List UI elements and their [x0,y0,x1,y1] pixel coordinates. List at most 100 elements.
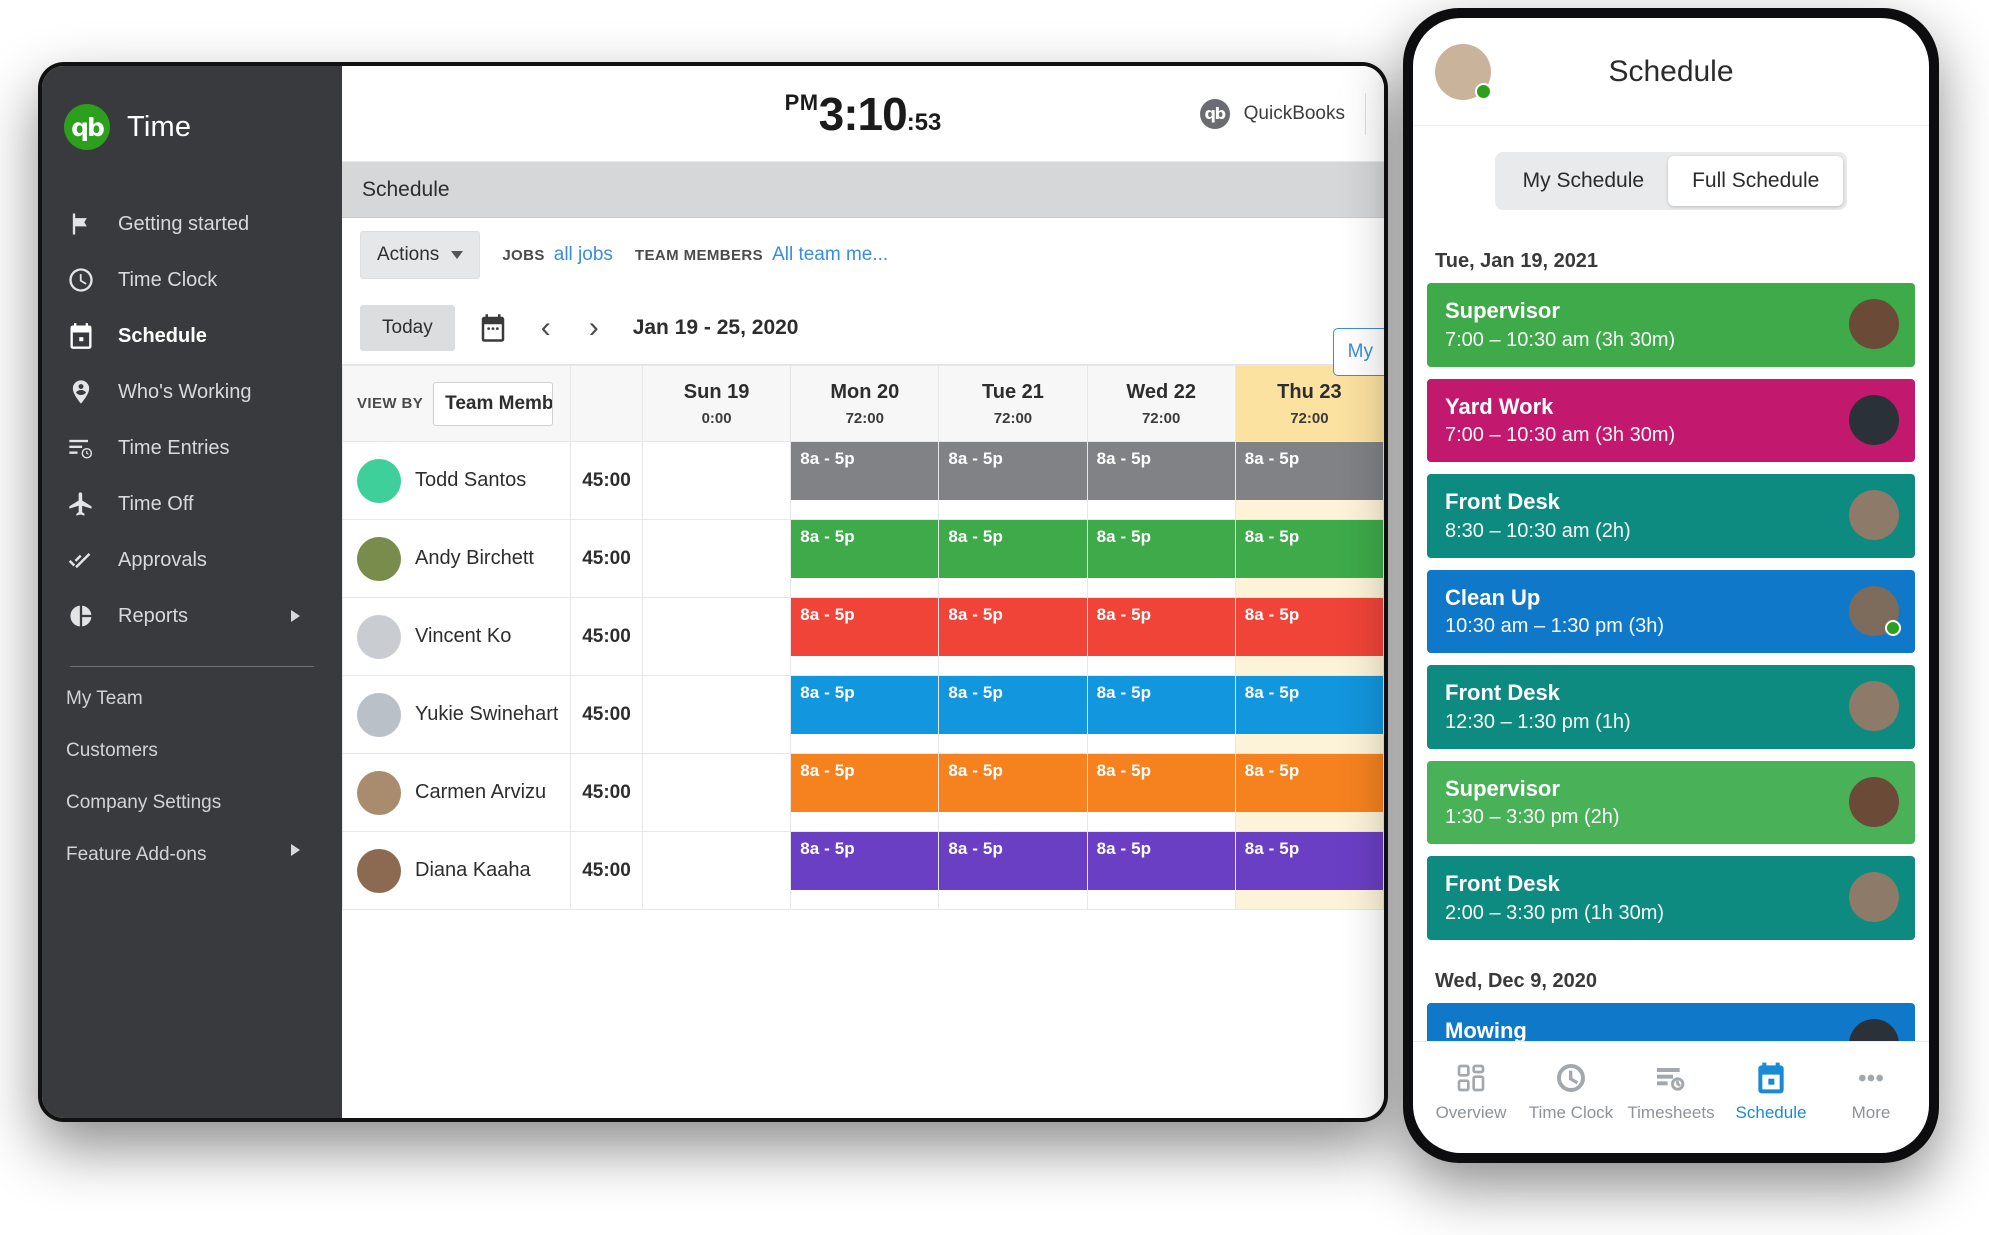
shift-cell[interactable]: 8a - 5p [1234,831,1384,910]
shift-cell[interactable]: 8a - 5p [790,597,940,676]
next-week-button[interactable]: › [579,313,609,343]
tab-overview[interactable]: Overview [1421,1062,1521,1123]
shift-block[interactable]: 8a - 5p [939,676,1087,734]
shift-cell[interactable]: 8a - 5p [938,675,1088,754]
shift-block[interactable]: 8a - 5p [939,754,1087,812]
shift-cell[interactable]: 8a - 5p [790,441,940,520]
shift-card[interactable]: Supervisor 1:30 – 3:30 pm (2h) [1427,760,1915,844]
shift-cell[interactable]: 8a - 5p [938,597,1088,676]
shift-block[interactable]: 8a - 5p [1087,676,1235,734]
shift-block[interactable]: 8a - 5p [1087,598,1235,656]
shift-cell[interactable]: 8a - 5p [1086,441,1236,520]
shift-cell[interactable]: 8a - 5p [790,519,940,598]
tab-timesheets[interactable]: Timesheets [1621,1062,1721,1123]
jobs-filter-value[interactable]: all jobs [554,244,613,266]
shift-block[interactable]: 8a - 5p [791,598,939,656]
shift-cell[interactable]: 8a - 5p [938,831,1088,910]
calendar-picker-icon[interactable] [473,308,513,348]
shift-card[interactable]: Front Desk 12:30 – 1:30 pm (1h) [1427,665,1915,749]
tab-time-clock[interactable]: Time Clock [1521,1062,1621,1123]
shift-cell[interactable]: 8a - 5p [790,675,940,754]
shift-list[interactable]: Tue, Jan 19, 2021 Supervisor 7:00 – 10:30 … [1413,232,1929,1041]
sidebar-subitem-customers[interactable]: Customers [42,725,342,777]
sidebar-subitem-my-team[interactable]: My Team [42,673,342,725]
shift-cell[interactable]: 8a - 5p [938,441,1088,520]
team-member-cell[interactable]: Yukie Swinehart [342,675,571,754]
shift-card[interactable]: Mowing7:00 – 10:30 am (3h 30m) [1427,1002,1915,1041]
shift-card[interactable]: Yard Work 7:00 – 10:30 am (3h 30m) [1427,378,1915,462]
shift-block[interactable]: 8a - 5p [1235,520,1383,578]
shift-cell[interactable]: 8a - 5p [1234,753,1384,832]
shift-cell[interactable] [641,519,792,598]
tab-more[interactable]: More [1821,1062,1921,1123]
shift-block[interactable]: 8a - 5p [939,520,1087,578]
view-by-select[interactable]: Team Membe [433,381,554,426]
day-column-header[interactable]: Sun 19 0:00 [641,365,792,442]
shift-card[interactable]: Front Desk 2:00 – 3:30 pm (1h 30m) [1427,856,1915,940]
shift-cell[interactable] [641,675,792,754]
shift-cell[interactable] [641,441,792,520]
user-avatar[interactable] [1435,43,1492,100]
shift-card[interactable]: Clean Up 10:30 am – 1:30 pm (3h) [1427,569,1915,653]
shift-block[interactable]: 8a - 5p [1235,598,1383,656]
team-member-cell[interactable]: Vincent Ko [342,597,571,676]
shift-block[interactable]: 8a - 5p [939,832,1087,890]
shift-block[interactable]: 8a - 5p [939,442,1087,500]
my-schedule-toggle-button[interactable]: My [1332,328,1384,376]
day-column-header[interactable]: Mon 20 72:00 [790,365,940,442]
shift-cell[interactable]: 8a - 5p [1086,753,1236,832]
sidebar-item-reports[interactable]: Reports [42,588,342,644]
sidebar-item-who-s-working[interactable]: Who's Working [42,364,342,420]
shift-cell[interactable]: 8a - 5p [938,753,1088,832]
day-column-header[interactable]: Wed 22 72:00 [1086,365,1236,442]
shift-cell[interactable]: 8a - 5p [1086,675,1236,754]
shift-block[interactable]: 8a - 5p [1087,520,1235,578]
shift-cell[interactable] [641,753,792,832]
shift-cell[interactable]: 8a - 5p [1086,831,1236,910]
shift-block[interactable]: 8a - 5p [791,442,939,500]
shift-cell[interactable]: 8a - 5p [1234,597,1384,676]
previous-week-button[interactable]: ‹ [531,313,561,343]
shift-block[interactable]: 8a - 5p [939,598,1087,656]
shift-block[interactable]: 8a - 5p [791,520,939,578]
segment-my-schedule[interactable]: My Schedule [1499,156,1668,206]
sidebar-item-approvals[interactable]: Approvals [42,532,342,588]
shift-cell[interactable]: 8a - 5p [1086,519,1236,598]
shift-card[interactable]: Front Desk 8:30 – 10:30 am (2h) [1427,474,1915,558]
shift-cell[interactable]: 8a - 5p [1234,519,1384,598]
team-member-cell[interactable]: Carmen Arvizu [342,753,571,832]
shift-card[interactable]: Supervisor 7:00 – 10:30 am (3h 30m) [1427,283,1915,367]
shift-cell[interactable]: 8a - 5p [790,753,940,832]
shift-cell[interactable]: 8a - 5p [1234,441,1384,520]
team-members-filter-value[interactable]: All team me... [772,244,888,266]
shift-cell[interactable]: 8a - 5p [938,519,1088,598]
day-column-header[interactable]: Thu 23 72:00 [1234,365,1384,442]
shift-block[interactable]: 8a - 5p [1235,442,1383,500]
sidebar-item-time-off[interactable]: Time Off [42,476,342,532]
segment-full-schedule[interactable]: Full Schedule [1668,156,1844,206]
shift-block[interactable]: 8a - 5p [1087,832,1235,890]
sidebar-subitem-feature-add-ons[interactable]: Feature Add-ons [42,829,342,881]
sidebar-item-time-clock[interactable]: Time Clock [42,252,342,308]
shift-block[interactable]: 8a - 5p [1235,676,1383,734]
today-button[interactable]: Today [360,305,455,351]
shift-block[interactable]: 8a - 5p [1235,832,1383,890]
shift-cell[interactable]: 8a - 5p [1086,597,1236,676]
shift-block[interactable]: 8a - 5p [1087,442,1235,500]
sidebar-subitem-company-settings[interactable]: Company Settings [42,777,342,829]
team-member-cell[interactable]: Todd Santos [342,441,571,520]
shift-cell[interactable] [641,831,792,910]
shift-cell[interactable] [641,597,792,676]
shift-block[interactable]: 8a - 5p [1087,754,1235,812]
shift-block[interactable]: 8a - 5p [791,832,939,890]
tab-schedule[interactable]: Schedule [1721,1062,1821,1123]
sidebar-item-schedule[interactable]: Schedule [42,308,342,364]
actions-button[interactable]: Actions [360,231,481,279]
shift-block[interactable]: 8a - 5p [791,676,939,734]
shift-block[interactable]: 8a - 5p [1235,754,1383,812]
sidebar-item-time-entries[interactable]: Time Entries [42,420,342,476]
shift-cell[interactable]: 8a - 5p [790,831,940,910]
team-member-cell[interactable]: Diana Kaaha [342,831,571,910]
team-member-cell[interactable]: Andy Birchett [342,519,571,598]
day-column-header[interactable]: Tue 21 72:00 [938,365,1088,442]
